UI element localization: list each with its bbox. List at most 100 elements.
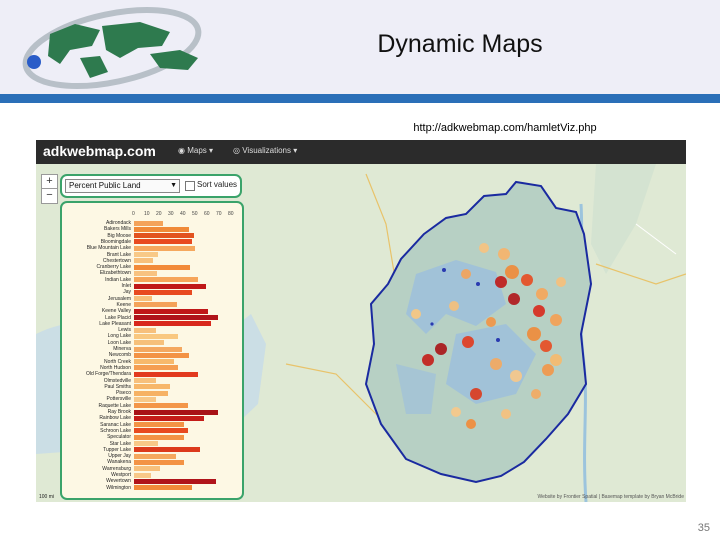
hamlet-bar[interactable] <box>134 226 190 232</box>
hamlet-label: Piseco <box>115 390 131 397</box>
nav-maps-menu[interactable]: ◉ Maps ▾ <box>178 146 213 155</box>
hamlet-bar[interactable] <box>134 315 218 320</box>
app-brand[interactable]: adkwebmap.com <box>43 143 156 159</box>
hamlet-label: Westport <box>111 472 131 478</box>
hamlet-bar[interactable] <box>134 233 194 239</box>
hamlet-label: Tupper Lake <box>103 446 131 453</box>
slide-title: Dynamic Maps <box>377 30 543 58</box>
hamlet-bar[interactable] <box>134 327 156 333</box>
hamlet-bar[interactable] <box>134 258 154 264</box>
caret-down-icon: ▾ <box>209 146 214 155</box>
hamlet-bar[interactable] <box>134 245 196 251</box>
source-url[interactable]: http://adkwebmap.com/hamletViz.php <box>380 122 630 134</box>
hamlet-label: Paul Smiths <box>104 383 131 390</box>
hamlet-label: Loon Lake <box>107 339 131 346</box>
page-number: 35 <box>697 522 710 534</box>
hamlet-bar[interactable] <box>134 346 182 352</box>
hamlet-label: Star Lake <box>109 440 131 447</box>
hamlet-bar[interactable] <box>134 352 190 358</box>
hamlet-bar[interactable] <box>134 270 157 276</box>
hamlet-bar[interactable] <box>134 390 168 396</box>
hamlet-bar[interactable] <box>134 434 185 440</box>
hamlet-bar[interactable] <box>134 485 192 491</box>
axis-tick-label: 80 <box>228 211 234 217</box>
hamlet-bar[interactable] <box>134 321 211 327</box>
hamlet-label: North Hudson <box>100 364 131 371</box>
map-scale-bar: 100 mi <box>39 494 55 500</box>
hamlet-label: Ray Brook <box>107 409 131 415</box>
hamlet-bar[interactable] <box>134 409 218 415</box>
hamlet-label: Wanakena <box>107 459 131 466</box>
hamlet-label: Big Moose <box>107 232 131 239</box>
hamlet-bar[interactable] <box>134 428 188 434</box>
hamlet-label: Jerusalem <box>107 295 131 302</box>
axis-tick-label: 30 <box>168 211 174 217</box>
hamlet-label: Indian Lake <box>105 276 131 283</box>
hamlet-bar[interactable] <box>134 396 156 402</box>
caret-down-icon: ▾ <box>293 146 298 155</box>
globe-logo-icon <box>22 7 202 89</box>
hamlet-bar[interactable] <box>134 459 185 465</box>
hamlet-bar[interactable] <box>134 308 209 314</box>
hamlet-bar[interactable] <box>134 371 198 377</box>
hamlet-label: Brant Lake <box>106 251 131 258</box>
attribute-control: Percent Public Land ▼ Sort values <box>60 174 242 198</box>
hamlet-label: Upper Jay <box>108 453 131 460</box>
map-attribution[interactable]: Website by Frontier Spatial | Basemap te… <box>537 494 684 500</box>
hamlet-bar[interactable] <box>134 340 164 346</box>
hamlet-label: Rainbow Lake <box>99 415 131 422</box>
axis-tick-label: 20 <box>156 211 162 217</box>
zoom-out-button[interactable]: − <box>41 188 58 204</box>
hamlet-bar[interactable] <box>134 283 206 289</box>
axis-tick-label: 0 <box>132 211 135 217</box>
sort-values-checkbox[interactable] <box>185 181 195 191</box>
hamlet-bar[interactable] <box>134 296 152 302</box>
attribute-select[interactable]: Percent Public Land ▼ <box>65 179 180 193</box>
hamlet-bar[interactable] <box>134 478 216 484</box>
hamlet-bar[interactable] <box>134 333 179 339</box>
hamlet-label: Adirondack <box>105 220 131 226</box>
globe-icon: ◉ <box>178 146 185 155</box>
hamlet-bar[interactable] <box>134 302 178 308</box>
attribute-select-value: Percent Public Land <box>69 181 141 190</box>
axis-tick-label: 70 <box>216 211 222 217</box>
hamlet-bar-chart: 0 10 20 30 40 50 60 70 80 Adirondack Bakers Mills… <box>60 201 244 500</box>
hamlet-bar[interactable] <box>134 384 170 390</box>
axis-tick-label: 10 <box>144 211 150 217</box>
nav-visualizations-menu[interactable]: ◎ Visualizations ▾ <box>233 146 297 155</box>
hamlet-label: Speculator <box>107 434 131 441</box>
hamlet-bar[interactable] <box>134 415 204 421</box>
axis-tick-label: 50 <box>192 211 198 217</box>
hamlet-bar[interactable] <box>134 378 156 383</box>
hamlet-bar[interactable] <box>134 441 158 446</box>
hamlet-label: Lake Placid <box>105 314 131 321</box>
hamlet-bar[interactable] <box>134 220 163 226</box>
app-navbar: adkwebmap.com ◉ Maps ▾ ◎ Visualizations … <box>36 140 686 164</box>
axis-tick-label: 60 <box>204 211 210 217</box>
hamlet-bar[interactable] <box>134 472 151 478</box>
hamlet-bar[interactable] <box>134 422 185 428</box>
axis-tick-label: 40 <box>180 211 186 217</box>
hamlet-bar[interactable] <box>134 264 191 270</box>
hamlet-label: Chestertown <box>102 257 131 264</box>
hamlet-label: Keene <box>116 301 131 308</box>
caret-down-icon: ▼ <box>170 182 177 189</box>
hamlet-bar[interactable] <box>134 403 188 409</box>
hamlet-bar[interactable] <box>134 453 176 459</box>
hamlet-label: Lewis <box>118 327 131 334</box>
slide-header: Dynamic Maps <box>0 0 720 94</box>
hamlet-bar[interactable] <box>134 359 174 365</box>
hamlet-bar[interactable] <box>134 252 158 257</box>
hamlet-label: Minerva <box>113 346 131 352</box>
hamlet-label: Warrensburg <box>102 465 131 472</box>
hamlet-bar[interactable] <box>134 447 200 453</box>
hamlet-bar[interactable] <box>134 466 161 472</box>
hamlet-bar[interactable] <box>134 239 192 245</box>
hamlet-bar[interactable] <box>134 289 192 295</box>
hamlet-label: Keene Valley <box>101 308 131 315</box>
eye-icon: ◎ <box>233 146 240 155</box>
hamlet-label: Bloomingdale <box>100 238 131 245</box>
hamlet-label: Old Forge/Thendara <box>85 371 131 378</box>
hamlet-bar[interactable] <box>134 365 179 371</box>
hamlet-bar[interactable] <box>134 277 198 283</box>
